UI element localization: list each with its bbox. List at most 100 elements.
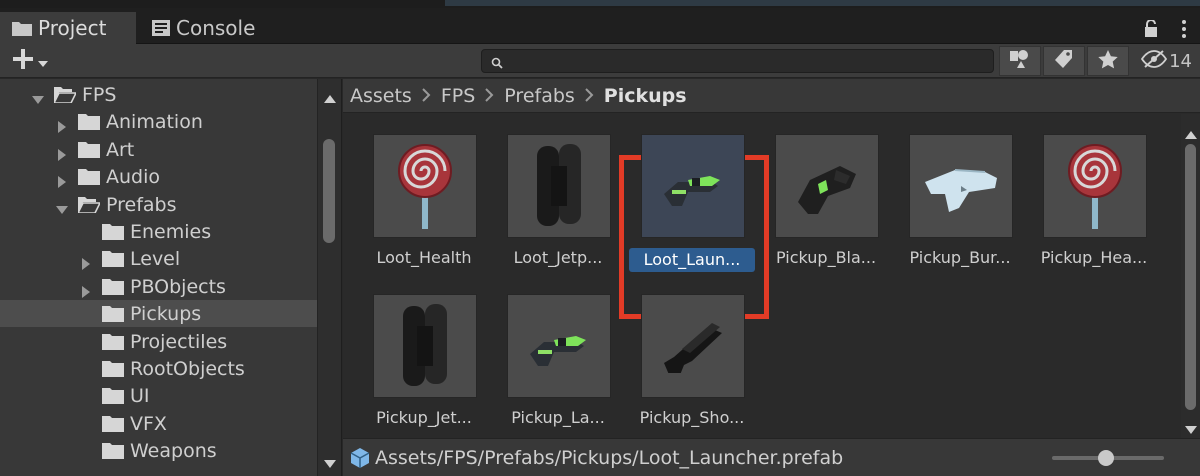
tree-item-prefabs[interactable]: Prefabs bbox=[0, 191, 317, 218]
asset-item[interactable]: Loot_Jetp... bbox=[501, 124, 615, 267]
collapsed-arrow-icon[interactable] bbox=[56, 116, 68, 134]
scroll-thumb[interactable] bbox=[323, 139, 335, 243]
tab-label: Console bbox=[176, 16, 256, 40]
asset-item[interactable]: Pickup_Hea... bbox=[1037, 124, 1151, 267]
tree-item-weapons[interactable]: Weapons bbox=[0, 437, 317, 464]
tree-item-enemies[interactable]: Enemies bbox=[0, 218, 317, 245]
folder-icon bbox=[78, 141, 100, 163]
tree-item-projectiles[interactable]: Projectiles bbox=[0, 328, 317, 355]
prefab-cube-icon bbox=[349, 447, 371, 469]
asset-name: Loot_Health bbox=[376, 248, 472, 267]
tree-item-fps[interactable]: FPS bbox=[0, 81, 317, 108]
folder-icon bbox=[102, 442, 124, 464]
expanded-arrow-icon[interactable] bbox=[32, 89, 44, 104]
tree-item-animation[interactable]: Animation bbox=[0, 108, 317, 135]
breadcrumb: Assets FPS Prefabs Pickups bbox=[343, 79, 1200, 113]
lock-icon[interactable] bbox=[1144, 19, 1158, 41]
asset-name: Pickup_La... bbox=[511, 408, 605, 427]
folder-tree-scrollbar[interactable] bbox=[318, 79, 342, 476]
search-input[interactable] bbox=[481, 49, 994, 73]
folder-icon bbox=[102, 360, 124, 382]
tree-item-label: RootObjects bbox=[130, 358, 245, 380]
folder-icon bbox=[102, 305, 124, 327]
tree-item-label: Projectiles bbox=[130, 330, 228, 353]
open-folder-icon bbox=[52, 86, 78, 108]
breadcrumb-item-fps[interactable]: FPS bbox=[441, 85, 475, 107]
asset-item[interactable]: Loot_Laun... bbox=[629, 124, 755, 272]
asset-name: Pickup_Bur... bbox=[909, 248, 1011, 267]
plus-icon bbox=[12, 48, 34, 74]
tree-item-label: UI bbox=[130, 385, 150, 408]
launcher-thumbnail bbox=[641, 134, 745, 238]
asset-item[interactable]: Pickup_Bla... bbox=[769, 124, 883, 267]
tree-item-pbobjects[interactable]: PBObjects bbox=[0, 273, 317, 300]
selected-asset-path: Assets/FPS/Prefabs/Pickups/Loot_Launcher… bbox=[375, 446, 844, 469]
folder-tree: FPS Animation Art Audio Prefabs Enemies Level P… bbox=[0, 79, 318, 476]
filter-by-label-button[interactable] bbox=[1043, 46, 1085, 76]
chevron-right-icon bbox=[422, 85, 431, 107]
tree-item-level[interactable]: Level bbox=[0, 245, 317, 272]
tree-item-label: Pickups bbox=[130, 303, 202, 326]
star-icon bbox=[1098, 49, 1118, 73]
asset-item[interactable]: Pickup_Bur... bbox=[903, 124, 1017, 267]
tree-item-rootobjects[interactable]: RootObjects bbox=[0, 355, 317, 382]
tree-item-label: PBObjects bbox=[130, 275, 226, 298]
hidden-count-label: 14 bbox=[1169, 51, 1192, 72]
chevron-down-icon bbox=[38, 52, 48, 71]
favorites-button[interactable] bbox=[1087, 46, 1129, 76]
collapsed-arrow-icon[interactable] bbox=[56, 171, 68, 189]
tree-item-vfx[interactable]: VFX bbox=[0, 410, 317, 437]
tree-item-ui[interactable]: UI bbox=[0, 382, 317, 409]
top-strip bbox=[0, 0, 1200, 8]
asset-grid-scrollbar[interactable] bbox=[1181, 114, 1200, 438]
hidden-packages-toggle[interactable]: 14 bbox=[1141, 50, 1192, 73]
scroll-down-arrow-icon[interactable] bbox=[324, 453, 336, 472]
project-toolbar: 14 bbox=[0, 44, 1200, 78]
scroll-up-arrow-icon[interactable] bbox=[324, 88, 336, 107]
tree-item-label: Weapons bbox=[130, 440, 217, 463]
tag-icon bbox=[1054, 49, 1074, 73]
scroll-up-arrow-icon[interactable] bbox=[1185, 124, 1197, 143]
slider-knob[interactable] bbox=[1098, 450, 1114, 466]
tree-item-label: Enemies bbox=[130, 221, 212, 243]
scroll-down-arrow-icon[interactable] bbox=[1185, 419, 1197, 438]
tree-item-label: FPS bbox=[82, 84, 117, 106]
breadcrumb-item-prefabs[interactable]: Prefabs bbox=[504, 85, 575, 107]
asset-browser: Assets FPS Prefabs Pickups Loot_Health Loot_… bbox=[343, 79, 1200, 476]
folder-icon bbox=[102, 223, 124, 245]
folder-icon bbox=[102, 250, 124, 272]
collapsed-arrow-icon[interactable] bbox=[56, 144, 68, 161]
chevron-right-icon bbox=[485, 85, 494, 107]
tree-item-art[interactable]: Art bbox=[0, 136, 317, 163]
open-folder-icon bbox=[76, 196, 102, 218]
create-button[interactable] bbox=[12, 48, 48, 74]
eye-slash-icon bbox=[1141, 50, 1168, 73]
chevron-right-icon bbox=[585, 85, 594, 107]
expanded-arrow-icon[interactable] bbox=[56, 199, 68, 214]
tree-item-label: Prefabs bbox=[106, 193, 177, 216]
asset-item[interactable]: Pickup_La... bbox=[501, 284, 615, 427]
breadcrumb-item-assets[interactable]: Assets bbox=[350, 85, 412, 107]
asset-name: Pickup_Sho... bbox=[639, 408, 745, 427]
jetpack-thumbnail bbox=[373, 294, 477, 398]
tab-console[interactable]: Console bbox=[140, 12, 290, 44]
collapsed-arrow-icon[interactable] bbox=[80, 253, 92, 271]
more-options-icon[interactable] bbox=[1182, 20, 1186, 42]
thumbnail-size-slider[interactable] bbox=[1052, 450, 1164, 466]
breadcrumb-item-pickups[interactable]: Pickups bbox=[604, 85, 687, 107]
shotgun-thumbnail bbox=[641, 294, 745, 398]
folder-icon bbox=[78, 168, 100, 190]
collapsed-arrow-icon[interactable] bbox=[80, 281, 92, 298]
tab-project[interactable]: Project bbox=[0, 12, 136, 44]
asset-item[interactable]: Loot_Health bbox=[367, 124, 481, 267]
scroll-thumb[interactable] bbox=[1185, 144, 1196, 410]
folder-icon bbox=[78, 113, 100, 135]
lollipop-thumbnail bbox=[1043, 134, 1147, 238]
filter-by-type-button[interactable] bbox=[999, 46, 1041, 76]
asset-item[interactable]: Pickup_Sho... bbox=[635, 284, 749, 427]
tree-item-pickups[interactable]: Pickups bbox=[0, 300, 317, 328]
asset-item[interactable]: Pickup_Jet... bbox=[367, 284, 481, 427]
burst-thumbnail bbox=[909, 134, 1013, 238]
lollipop-thumbnail bbox=[373, 134, 477, 238]
tree-item-audio[interactable]: Audio bbox=[0, 163, 317, 190]
